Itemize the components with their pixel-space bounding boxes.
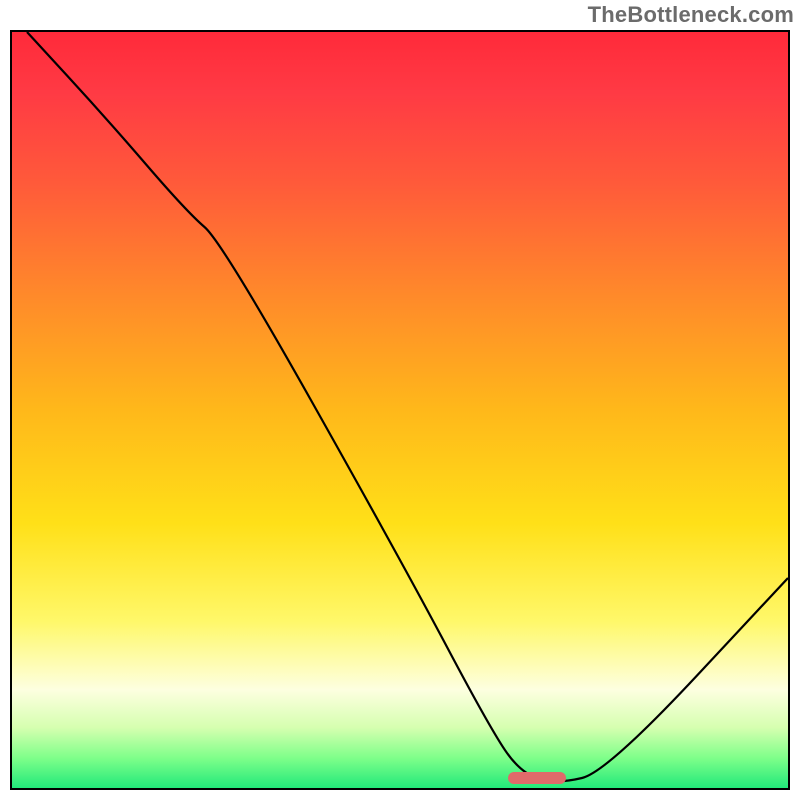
curve-path: [27, 32, 788, 781]
bottleneck-curve: [12, 32, 788, 788]
watermark-text: TheBottleneck.com: [588, 2, 794, 28]
chart-stage: TheBottleneck.com: [0, 0, 800, 800]
optimum-marker: [508, 772, 566, 784]
plot-area: [10, 30, 790, 790]
